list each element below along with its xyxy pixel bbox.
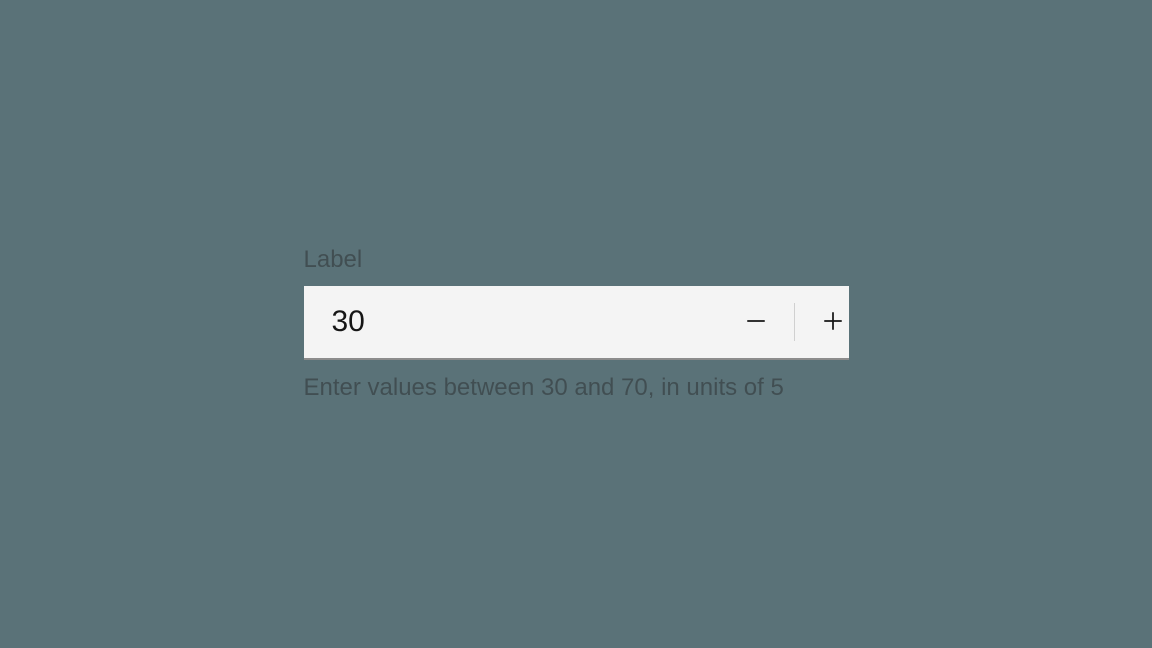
add-icon [819, 307, 847, 338]
input-wrapper [304, 286, 849, 360]
subtract-icon [742, 307, 770, 338]
number-input-field[interactable] [304, 286, 718, 358]
input-label: Label [304, 246, 849, 274]
stepper-buttons [718, 286, 871, 358]
decrement-button[interactable] [718, 286, 794, 358]
number-input-container: Label Enter values betw [304, 246, 849, 402]
helper-text: Enter values between 30 and 70, in units… [304, 374, 849, 402]
increment-button[interactable] [795, 286, 871, 358]
